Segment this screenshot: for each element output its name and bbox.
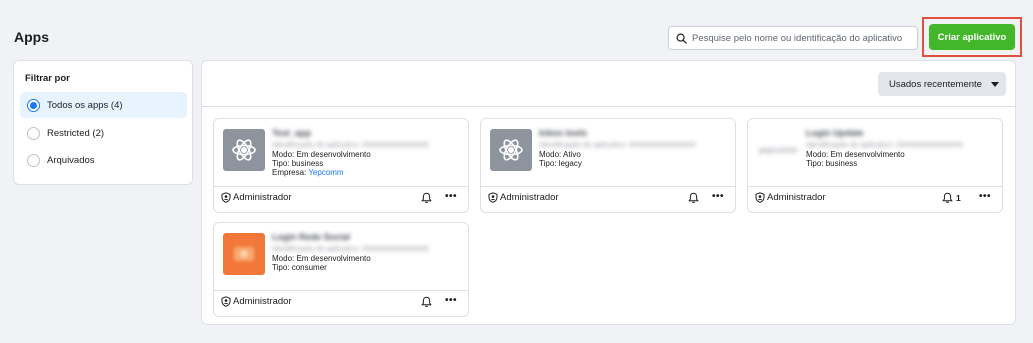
search-box[interactable] xyxy=(668,26,918,50)
filter-option-label: Arquivados xyxy=(47,154,95,166)
panel-divider xyxy=(202,106,1015,107)
app-logo-text: yepcomm xyxy=(758,145,798,155)
shield-icon xyxy=(221,192,231,203)
apps-panel: Usados recentemente Test_app Identificaç… xyxy=(201,60,1016,325)
role-label: Administrador xyxy=(233,296,292,307)
bell-icon xyxy=(421,192,432,203)
more-options-button[interactable]: ••• xyxy=(979,191,991,202)
app-name: Login Rede Social xyxy=(272,232,351,242)
sort-dropdown[interactable]: Usados recentemente xyxy=(878,72,1006,96)
radio[interactable] xyxy=(27,126,40,140)
app-card[interactable]: yepcomm Login Update Identificação do ap… xyxy=(747,118,1003,213)
app-name: Login Update xyxy=(806,128,864,138)
filter-title: Filtrar por xyxy=(25,73,70,84)
app-thumbnail xyxy=(223,129,265,171)
notifications-button[interactable]: 1 xyxy=(942,192,961,204)
role: Administrador xyxy=(755,192,826,203)
app-thumbnail xyxy=(490,129,532,171)
more-options-button[interactable]: ••• xyxy=(712,191,724,202)
card-divider xyxy=(748,186,1002,187)
bell-icon xyxy=(688,192,699,203)
search-input[interactable] xyxy=(692,32,912,44)
app-card[interactable]: Test_app Identificação do aplicativo: 00… xyxy=(213,118,469,213)
app-id: Identificação do aplicativo: 00000000000… xyxy=(539,140,696,149)
card-divider xyxy=(214,290,468,291)
app-card[interactable]: Login Rede Social Identificação do aplic… xyxy=(213,222,469,317)
app-id: Identificação do aplicativo: 00000000000… xyxy=(272,244,429,253)
create-app-button[interactable]: Criar aplicativo xyxy=(929,24,1015,50)
app-mode: Modo: Ativo xyxy=(539,150,581,159)
page-title: Apps xyxy=(14,29,49,45)
app-logo-icon xyxy=(234,247,254,261)
bell-icon xyxy=(421,296,432,307)
shield-icon xyxy=(755,192,765,203)
filter-option-archived[interactable]: Arquivados xyxy=(20,147,187,173)
app-type: Tipo: business xyxy=(272,159,324,168)
role: Administrador xyxy=(221,192,292,203)
app-company: Empresa: Yepcomm xyxy=(272,168,344,177)
company-label: Empresa: xyxy=(272,168,307,177)
app-mode: Modo: Em desenvolvimento xyxy=(806,150,905,159)
filter-option-label: Todos os apps (4) xyxy=(47,99,123,111)
atom-icon xyxy=(499,139,523,161)
bell-icon xyxy=(942,192,953,203)
more-options-button[interactable]: ••• xyxy=(445,295,457,306)
radio-selected[interactable] xyxy=(27,98,40,112)
app-mode: Modo: Em desenvolvimento xyxy=(272,150,371,159)
app-mode: Modo: Em desenvolvimento xyxy=(272,254,371,263)
filter-option-label: Restricted (2) xyxy=(47,127,105,139)
app-type: Tipo: business xyxy=(806,159,858,168)
radio[interactable] xyxy=(27,153,40,167)
caret-down-icon xyxy=(990,81,999,87)
role: Administrador xyxy=(221,296,292,307)
atom-icon xyxy=(232,139,256,161)
app-thumbnail: yepcomm xyxy=(757,129,799,171)
role-label: Administrador xyxy=(500,192,559,203)
app-name: Test_app xyxy=(272,128,311,138)
company-link[interactable]: Yepcomm xyxy=(308,168,343,177)
notification-count: 1 xyxy=(956,193,961,203)
app-name: Inbox tools xyxy=(539,128,587,138)
app-id: Identificação do aplicativo: 00000000000… xyxy=(806,140,963,149)
notifications-button[interactable] xyxy=(421,296,432,308)
role-label: Administrador xyxy=(767,192,826,203)
filter-option-all[interactable]: Todos os apps (4) xyxy=(20,92,187,118)
card-divider xyxy=(481,186,735,187)
sort-label: Usados recentemente xyxy=(889,78,982,90)
app-card[interactable]: Inbox tools Identificação do aplicativo:… xyxy=(480,118,736,213)
role: Administrador xyxy=(488,192,559,203)
shield-icon xyxy=(488,192,498,203)
app-thumbnail xyxy=(223,233,265,275)
notifications-button[interactable] xyxy=(421,192,432,204)
filter-panel: Filtrar por Todos os apps (4) Restricted… xyxy=(13,60,193,185)
app-type: Tipo: consumer xyxy=(272,263,327,272)
shield-icon xyxy=(221,296,231,307)
more-options-button[interactable]: ••• xyxy=(445,191,457,202)
card-divider xyxy=(214,186,468,187)
app-type: Tipo: legacy xyxy=(539,159,582,168)
search-icon xyxy=(676,33,687,44)
app-id: Identificação do aplicativo: 00000000000… xyxy=(272,140,429,149)
filter-option-restricted[interactable]: Restricted (2) xyxy=(20,120,187,146)
role-label: Administrador xyxy=(233,192,292,203)
notifications-button[interactable] xyxy=(688,192,699,204)
